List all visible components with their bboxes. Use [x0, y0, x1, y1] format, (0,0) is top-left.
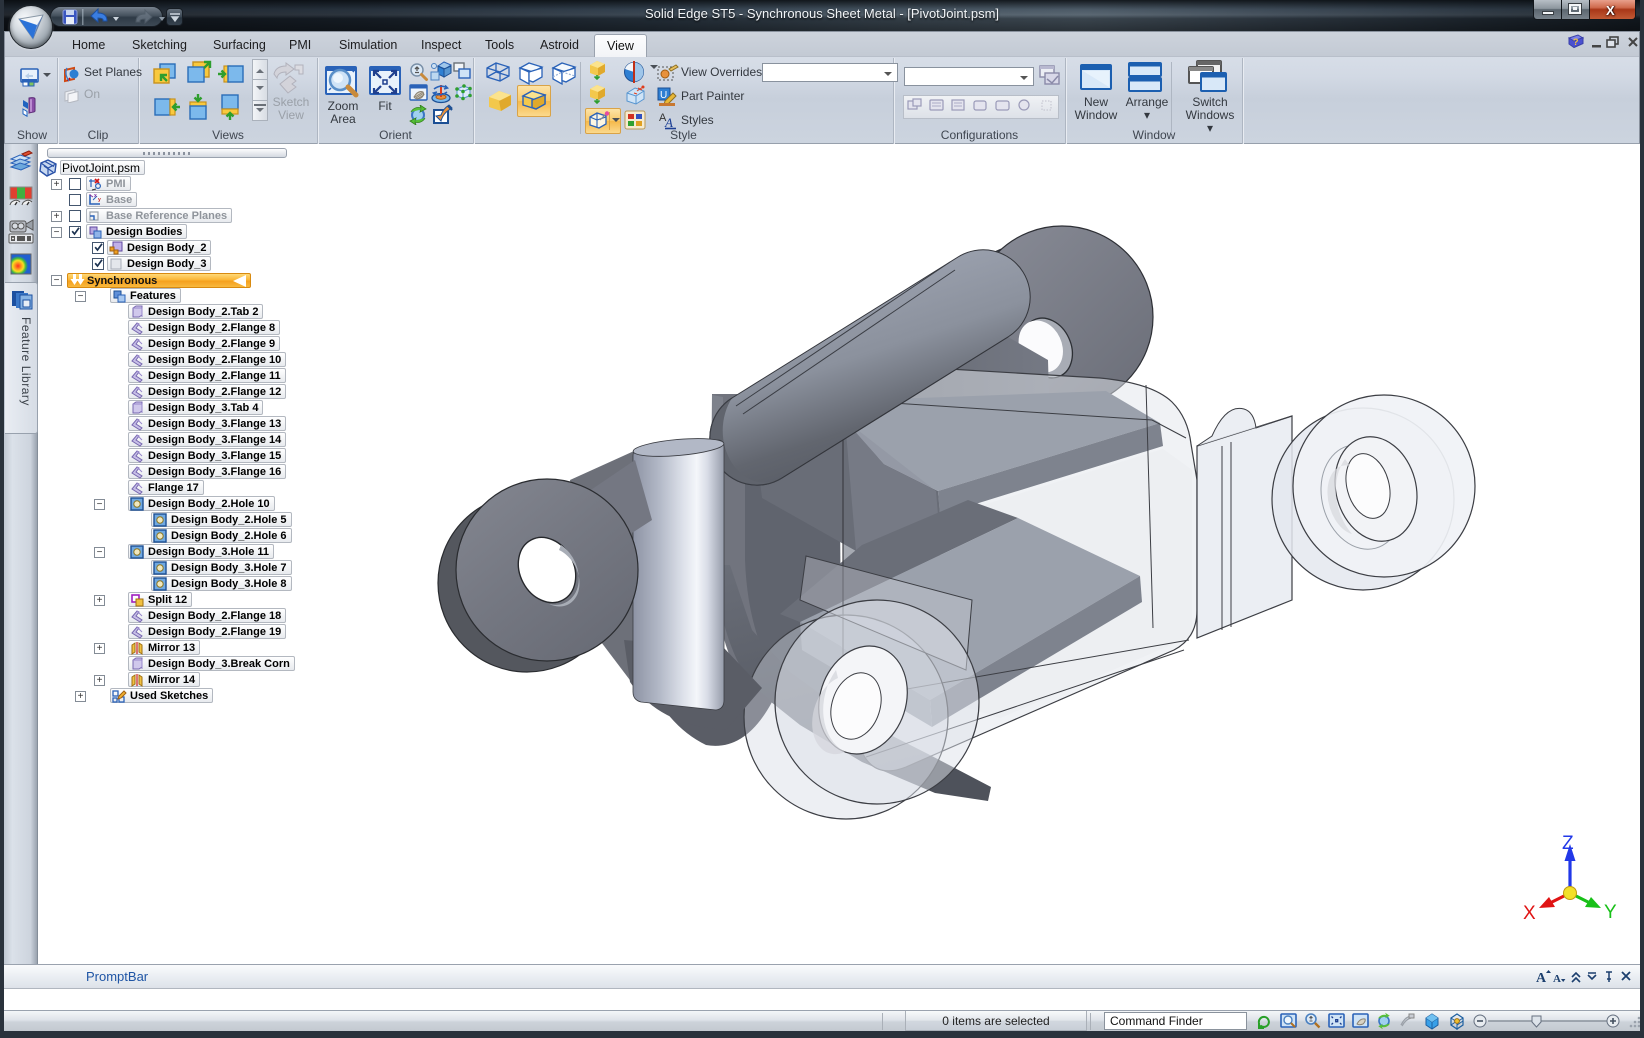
svg-text:x: x [94, 193, 97, 199]
svg-text:A: A [1536, 971, 1547, 985]
svg-text:y: y [98, 197, 101, 203]
svg-text:X: X [1523, 903, 1536, 924]
svg-text:A: A [1553, 973, 1561, 985]
svg-text:Z: Z [1562, 833, 1574, 854]
svg-text:?: ? [1573, 37, 1579, 47]
svg-text:Y: Y [1604, 902, 1617, 923]
